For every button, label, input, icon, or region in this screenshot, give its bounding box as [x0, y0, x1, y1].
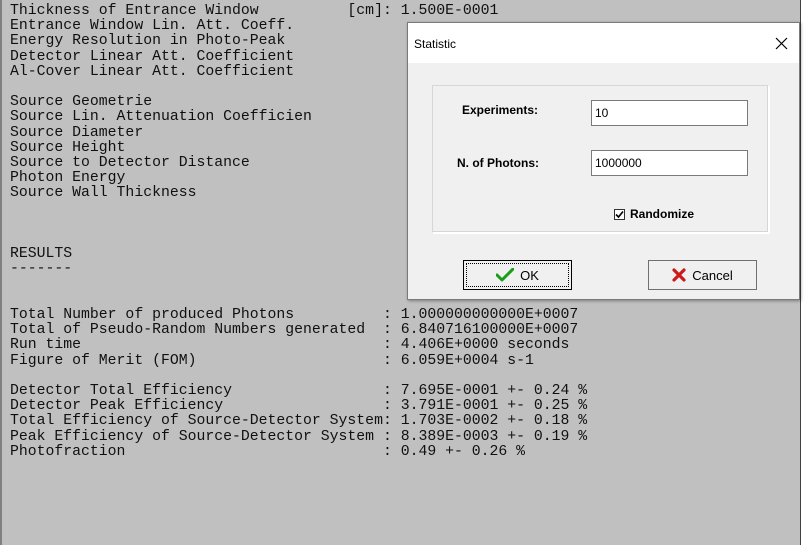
console-line: Detector Peak Efficiency : 3.791E-0001 +… [10, 398, 588, 415]
console-line: Photofraction : 0.49 +- 0.26 % [10, 443, 526, 460]
console-line: Source Geometrie [10, 94, 153, 111]
console-line: Entrance Window Lin. Att. Coeff. [10, 18, 295, 35]
photons-label: N. of Photons: [457, 156, 539, 170]
console-line: Thickness of Entrance Window [cm]: 1.500… [10, 3, 499, 19]
console-line: Energy Resolution in Photo-Peak [10, 33, 286, 50]
console-line: Figure of Merit (FOM) : 6.059E+0004 s-1 [10, 352, 534, 369]
checkmark-icon [496, 268, 515, 282]
photons-input[interactable] [591, 150, 748, 176]
cancel-label: Cancel [692, 267, 733, 283]
randomize-checkbox[interactable]: Randomize [614, 207, 734, 223]
experiments-label: Experiments: [462, 103, 539, 117]
console-line: Source Lin. Attenuation Coefficien [10, 109, 312, 126]
console-line: Total Number of produced Photons : 1.000… [10, 307, 579, 323]
dialog-titlebar[interactable]: Statistic [408, 23, 799, 63]
console-line: Photon Energy [10, 170, 126, 187]
ok-label: OK [520, 267, 539, 283]
close-icon [775, 37, 787, 49]
console-line: Run time : 4.406E+0000 seconds [10, 337, 570, 354]
console-line: Peak Efficiency of Source-Detector Syste… [10, 428, 588, 445]
close-button[interactable] [763, 23, 799, 63]
console-line: Source Height [10, 139, 126, 156]
console-line: Source Wall Thickness [10, 185, 197, 202]
x-mark-icon [672, 268, 686, 282]
randomize-label: Randomize [630, 207, 695, 221]
console-line: Source to Detector Distance [10, 155, 250, 171]
experiments-input[interactable] [591, 100, 748, 126]
console-line: Total Efficiency of Source-Detector Syst… [10, 413, 588, 430]
cancel-button[interactable]: Cancel [648, 260, 757, 290]
randomize-check-box[interactable] [614, 209, 625, 220]
statistic-dialog: Statistic Experiments: N. of Photons: Ra… [407, 22, 800, 300]
console-line: Source Diameter [10, 124, 144, 141]
console-line: Detector Total Efficiency : 7.695E-0001 … [10, 383, 588, 399]
console-line: Al-Cover Linear Att. Coefficient [10, 63, 295, 80]
dialog-title: Statistic [414, 37, 457, 51]
console-line: RESULTS [10, 246, 73, 263]
console-line: Detector Linear Att. Coefficient [10, 48, 295, 65]
check-icon [615, 210, 624, 219]
console-line: Total of Pseudo-Random Numbers generated… [10, 322, 579, 339]
ok-button[interactable]: OK [463, 260, 572, 290]
console-line: ------- [10, 261, 73, 278]
